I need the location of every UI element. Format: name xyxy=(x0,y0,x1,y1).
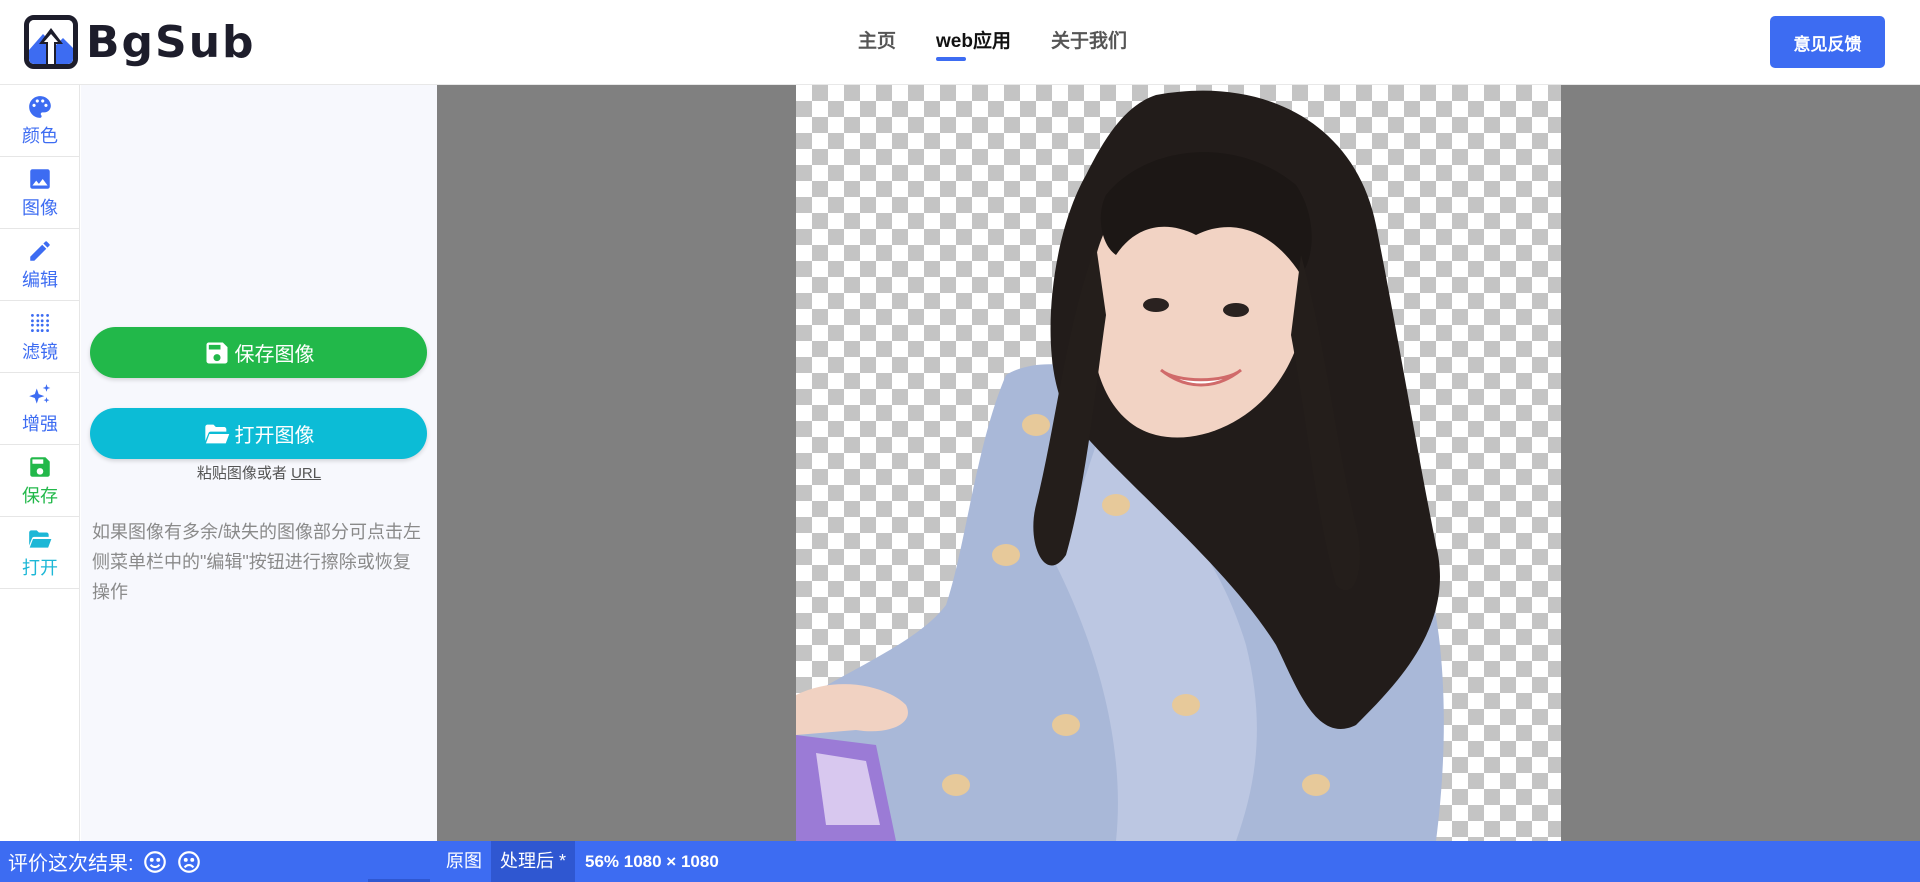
image-canvas[interactable] xyxy=(437,85,1920,841)
folder-open-icon xyxy=(29,529,52,548)
tool-panel: 保存图像 打开图像 粘贴图像或者 URL 如果图像有多余/缺失的图像部分可点击左… xyxy=(81,85,437,841)
sidebar-item-label: 图像 xyxy=(22,197,58,218)
sidebar-item-label: 滤镜 xyxy=(22,341,58,362)
dots-grid-icon xyxy=(31,313,49,332)
sidebar-item-image[interactable]: 图像 xyxy=(0,157,80,229)
sidebar-item-filter[interactable]: 滤镜 xyxy=(0,301,80,373)
rate-label: 评价这次结果: xyxy=(8,853,134,875)
edit-tip-text: 如果图像有多余/缺失的图像部分可点击左侧菜单栏中的"编辑"按钮进行擦除或恢复操作 xyxy=(92,522,421,602)
logo-mark-icon xyxy=(24,15,78,69)
sidebar-item-edit[interactable]: 编辑 xyxy=(0,229,80,301)
paste-hint-text: 粘贴图像或者 xyxy=(196,465,287,482)
palette-icon xyxy=(29,95,51,118)
save-image-button[interactable]: 保存图像 xyxy=(90,327,427,378)
nav-web-app[interactable]: web应用 xyxy=(936,26,1011,61)
sidebar-item-label: 保存 xyxy=(22,485,58,506)
paste-url-link[interactable]: URL xyxy=(291,465,321,482)
floppy-icon xyxy=(206,342,227,363)
top-header: BgSub 主页 web应用 关于我们 意见反馈 xyxy=(0,0,1920,85)
floppy-icon xyxy=(30,456,50,477)
sidebar-item-label: 编辑 xyxy=(22,269,58,290)
status-bar: 评价这次结果: 原图 处理后 * 56% 1080 × 1080 xyxy=(0,841,1920,882)
zoom-size-info: 56% 1080 × 1080 xyxy=(585,851,719,871)
main-nav: 主页 web应用 关于我们 xyxy=(858,26,1127,61)
sidebar-item-label: 增强 xyxy=(22,413,58,434)
tab-processed[interactable]: 处理后 * xyxy=(491,841,576,882)
pencil-icon xyxy=(30,240,50,261)
sidebar-item-enhance[interactable]: 增强 xyxy=(0,373,80,445)
sidebar-item-label: 颜色 xyxy=(22,125,58,146)
tool-sidebar: 颜色 图像 编辑 滤镜 增强 保存 打开 xyxy=(0,85,80,841)
open-image-label: 打开图像 xyxy=(234,425,315,447)
processed-image[interactable] xyxy=(796,85,1561,841)
folder-open-icon xyxy=(204,424,229,443)
sidebar-item-save[interactable]: 保存 xyxy=(0,445,80,517)
tab-original[interactable]: 原图 xyxy=(437,841,491,882)
logo-text: BgSub xyxy=(86,16,256,68)
logo[interactable]: BgSub xyxy=(24,15,256,69)
feedback-button[interactable]: 意见反馈 xyxy=(1770,16,1885,68)
image-icon xyxy=(30,168,50,189)
sidebar-item-open[interactable]: 打开 xyxy=(0,517,80,589)
open-image-button[interactable]: 打开图像 xyxy=(90,408,427,459)
sidebar-item-color[interactable]: 颜色 xyxy=(0,85,80,157)
frown-icon[interactable] xyxy=(176,849,202,875)
nav-about[interactable]: 关于我们 xyxy=(1051,26,1127,61)
nav-home[interactable]: 主页 xyxy=(858,26,896,61)
rate-result: 评价这次结果: xyxy=(8,841,202,882)
paste-hint: 粘贴图像或者 URL xyxy=(81,462,437,483)
save-image-label: 保存图像 xyxy=(234,344,315,366)
smile-icon[interactable] xyxy=(142,849,168,875)
subject-cutout-image xyxy=(796,90,1444,841)
view-tabs: 原图 处理后 * 56% 1080 × 1080 xyxy=(437,841,719,882)
sparkle-icon xyxy=(29,383,51,404)
sidebar-item-label: 打开 xyxy=(22,557,58,578)
